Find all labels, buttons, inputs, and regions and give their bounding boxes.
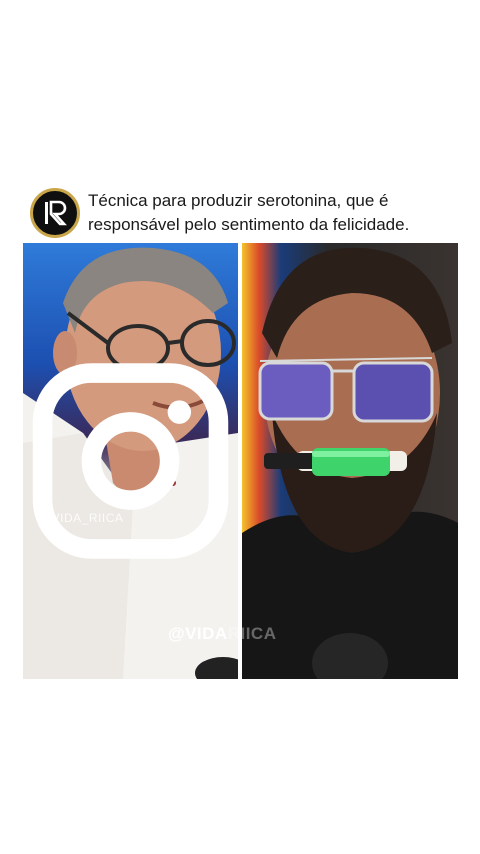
post-caption: Técnica para produzir serotonina, que é … xyxy=(88,189,409,237)
caption-line-2: responsável pelo sentimento da felicidad… xyxy=(88,215,410,234)
profile-avatar[interactable] xyxy=(30,188,80,238)
left-video-panel[interactable]: @VIDA_RIICA xyxy=(23,243,238,679)
right-video-panel[interactable] xyxy=(242,243,458,679)
ir-logo-icon xyxy=(45,200,67,226)
post-header: Técnica para produzir serotonina, que é … xyxy=(30,186,460,240)
instagram-icon xyxy=(32,363,229,559)
bearded-man-image xyxy=(242,247,458,679)
instagram-handle: @VIDA_RIICA xyxy=(39,511,124,525)
bottom-watermark: @VIDARIICA xyxy=(168,624,276,644)
caption-line-1: Técnica para produzir serotonina, que é xyxy=(88,191,389,210)
watermark-part-1: @VIDA xyxy=(168,624,228,643)
watermark-part-2: RIICA xyxy=(227,624,277,643)
